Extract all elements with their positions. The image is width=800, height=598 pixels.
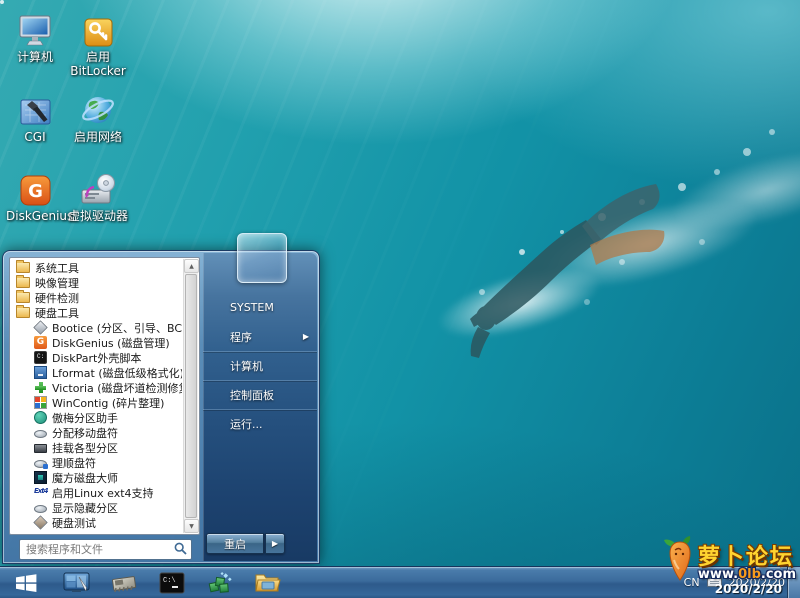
scrollbar[interactable]: ▲ ▼	[183, 259, 198, 533]
taskbar-file-explorer[interactable]	[250, 568, 286, 598]
desktop-icon-virtual-drive[interactable]: 虚拟驱动器	[66, 169, 130, 224]
menu-item-diskgenius[interactable]: DiskGenius (磁盘管理)	[11, 335, 182, 350]
search-input[interactable]	[19, 539, 192, 560]
menu-item-victoria[interactable]: Victoria (磁盘坏道检测修复)	[11, 380, 182, 395]
desktop-icon-label: DiskGenius	[6, 210, 64, 224]
command-prompt-icon: C:\	[159, 572, 185, 594]
desktop-icon-label: 启用 BitLocker	[66, 51, 130, 79]
menu-item-bootice[interactable]: Bootice (分区、引导、BCD编辑、C	[11, 320, 182, 335]
victoria-cross-icon	[34, 381, 47, 394]
disk-master-icon	[34, 471, 47, 484]
menu-item-ext4-support[interactable]: 启用Linux ext4支持	[11, 485, 182, 500]
folder-icon	[16, 292, 30, 303]
start-right-computer[interactable]: 计算机	[203, 351, 317, 380]
search-icon	[174, 542, 187, 555]
start-right-run[interactable]: 运行...	[203, 409, 317, 438]
diskgenius-icon: G	[6, 169, 64, 207]
start-right-user[interactable]: SYSTEM	[203, 293, 317, 322]
diver-silhouette	[420, 140, 700, 370]
desktop-icon-label: 启用网络	[66, 131, 130, 145]
taskbar-memory-tool[interactable]	[106, 568, 142, 598]
desktop-icon-label: 虚拟驱动器	[66, 210, 130, 224]
wincontig-grid-icon	[34, 396, 47, 409]
menu-item-mount-partitions[interactable]: 挂载各型分区	[11, 440, 182, 455]
start-menu-right-pane: SYSTEM 程序▶ 计算机 控制面板 运行... 重启 ▶	[203, 253, 317, 561]
menu-item-assign-drive-letter[interactable]: 分配移动盘符	[11, 425, 182, 440]
language-indicator[interactable]: CN	[684, 576, 700, 589]
bitlocker-key-icon	[66, 10, 130, 48]
scroll-up-icon[interactable]: ▲	[184, 259, 199, 273]
show-desktop-button[interactable]	[787, 567, 800, 598]
taskbar: C:\	[0, 566, 800, 598]
disk-test-icon	[33, 515, 47, 529]
menu-item-disk-tools[interactable]: 硬盘工具	[11, 305, 182, 320]
start-menu-search	[19, 538, 192, 559]
cgi-backup-icon	[6, 90, 64, 128]
keyboard-icon[interactable]	[707, 578, 722, 587]
desktop-icon-diskgenius[interactable]: G DiskGenius	[6, 169, 64, 224]
restart-button[interactable]: 重启	[206, 533, 264, 554]
network-globe-icon	[66, 90, 130, 128]
desktop-icon-cgi[interactable]: CGI	[6, 90, 64, 145]
menu-item-diskpart[interactable]: DiskPart外壳脚本	[11, 350, 182, 365]
tray-date[interactable]: 2020/2/20	[729, 576, 785, 589]
desktop-icon-label: 计算机	[6, 51, 64, 65]
svg-text:G: G	[28, 181, 43, 202]
computer-icon	[6, 10, 64, 48]
folder-icon	[16, 277, 30, 288]
bootice-icon	[33, 320, 47, 334]
taskbar-command-prompt[interactable]: C:\	[154, 568, 190, 598]
start-right-programs[interactable]: 程序▶	[203, 322, 317, 351]
menu-item-system-tools[interactable]: 系统工具	[11, 260, 182, 275]
menu-item-partition-assistant[interactable]: 傲梅分区助手	[11, 410, 182, 425]
menu-item-image-management[interactable]: 映像管理	[11, 275, 182, 290]
start-menu: 系统工具 映像管理 硬件检测 硬盘工具 Bootice (分区、引导、BCD编辑…	[2, 250, 320, 564]
display-tweaker-icon	[63, 571, 90, 595]
svg-text:C:\: C:\	[163, 577, 176, 585]
menu-item-lformat[interactable]: Lformat (磁盘低级格式化)	[11, 365, 182, 380]
system-tray: CN 2020/2/20	[684, 567, 785, 598]
desktop-icon-computer[interactable]: 计算机	[6, 10, 64, 65]
menu-item-hardware-detect[interactable]: 硬件检测	[11, 290, 182, 305]
dos-shell-icon	[34, 351, 47, 364]
windows-logo-icon	[14, 572, 38, 594]
start-right-control-panel[interactable]: 控制面板	[203, 380, 317, 409]
virtual-drive-icon	[66, 169, 130, 207]
taskbar-registry-editor[interactable]	[202, 568, 238, 598]
restart-options-arrow[interactable]: ▶	[265, 533, 285, 554]
desktop-icon-network[interactable]: 启用网络	[66, 90, 130, 145]
ext4-icon	[34, 486, 47, 499]
partition-assistant-icon	[34, 411, 47, 424]
menu-item-disk-master[interactable]: 魔方磁盘大师	[11, 470, 182, 485]
disk-icon	[34, 505, 47, 513]
disk-icon	[34, 430, 47, 438]
bubble-trail	[0, 0, 4, 4]
diskgenius-mini-icon	[34, 336, 47, 349]
menu-item-disk-test[interactable]: 硬盘测试	[11, 515, 182, 530]
desktop-icon-bitlocker[interactable]: 启用 BitLocker	[66, 10, 130, 79]
taskbar-display-tweaker[interactable]	[58, 568, 94, 598]
drive-icon	[34, 444, 47, 453]
disk-arrow-icon	[34, 460, 47, 468]
lformat-icon	[34, 366, 47, 379]
memory-chip-icon	[110, 572, 138, 594]
desktop-icon-label: CGI	[6, 131, 64, 145]
folder-icon	[16, 262, 30, 273]
start-button[interactable]	[6, 568, 46, 598]
menu-item-show-hidden-partitions[interactable]: 显示隐藏分区	[11, 500, 182, 515]
file-explorer-icon	[254, 571, 282, 594]
start-menu-program-list: 系统工具 映像管理 硬件检测 硬盘工具 Bootice (分区、引导、BCD编辑…	[9, 257, 200, 535]
scroll-down-icon[interactable]: ▼	[184, 519, 199, 533]
folder-icon	[16, 307, 30, 318]
registry-editor-icon	[207, 571, 233, 595]
submenu-arrow-icon: ▶	[303, 332, 309, 341]
menu-item-wincontig[interactable]: WinContig (碎片整理)	[11, 395, 182, 410]
scrollbar-thumb[interactable]	[185, 274, 197, 518]
menu-item-order-drive-letters[interactable]: 理顺盘符	[11, 455, 182, 470]
user-avatar[interactable]	[237, 233, 287, 283]
